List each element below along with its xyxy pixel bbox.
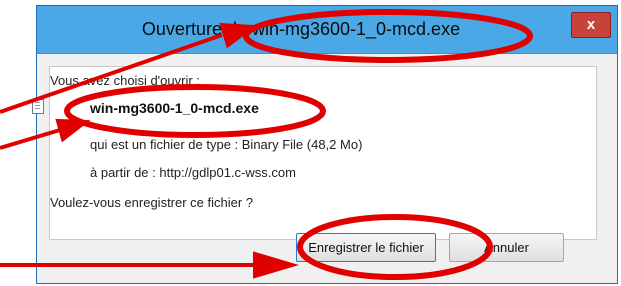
arrow-filename: [0, 128, 61, 150]
title-ellipse: [243, 9, 533, 63]
arrow-title: [0, 33, 223, 114]
filename-ellipse: [64, 84, 326, 138]
arrow-save-button-head: [253, 251, 300, 279]
save-button-ellipse: [297, 214, 493, 280]
annotation-overlay: [0, 9, 533, 280]
arrow-filename-head: [55, 118, 91, 143]
